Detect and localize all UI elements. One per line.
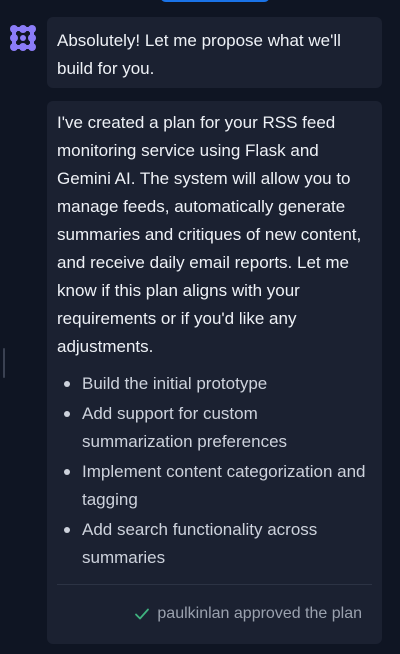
assistant-message-plan: I've created a plan for your RSS feed mo…: [47, 101, 382, 644]
plan-step-text: Add search functionality across summarie…: [82, 520, 318, 567]
plan-step-text: Build the initial prototype: [82, 374, 268, 393]
check-icon: [135, 608, 150, 620]
bullet-icon: [64, 469, 70, 475]
bullet-icon: [64, 411, 70, 417]
plan-step: Build the initial prototype: [57, 370, 367, 398]
plan-step-text: Add support for custom summarization pre…: [82, 404, 288, 451]
plan-step-text: Implement content categorization and tag…: [82, 462, 366, 509]
assistant-message-intro: Absolutely! Let me propose what we'll bu…: [47, 17, 382, 88]
bullet-icon: [64, 381, 70, 387]
plan-step: Implement content categorization and tag…: [57, 458, 367, 514]
panel-resize-handle[interactable]: [3, 348, 5, 378]
plan-message-text: I've created a plan for your RSS feed mo…: [57, 113, 362, 356]
approval-text: paulkinlan approved the plan: [157, 605, 362, 622]
gemini-flower-icon: [9, 24, 37, 52]
plan-step: Add search functionality across summarie…: [57, 516, 367, 572]
intro-message-text: Absolutely! Let me propose what we'll bu…: [57, 31, 341, 78]
plan-step: Add support for custom summarization pre…: [57, 400, 367, 456]
approval-status: paulkinlan approved the plan: [133, 600, 362, 628]
divider: [57, 584, 372, 585]
top-action-button-edge[interactable]: [160, 0, 270, 2]
bullet-icon: [64, 527, 70, 533]
plan-steps-list: Build the initial prototype Add support …: [57, 370, 367, 574]
